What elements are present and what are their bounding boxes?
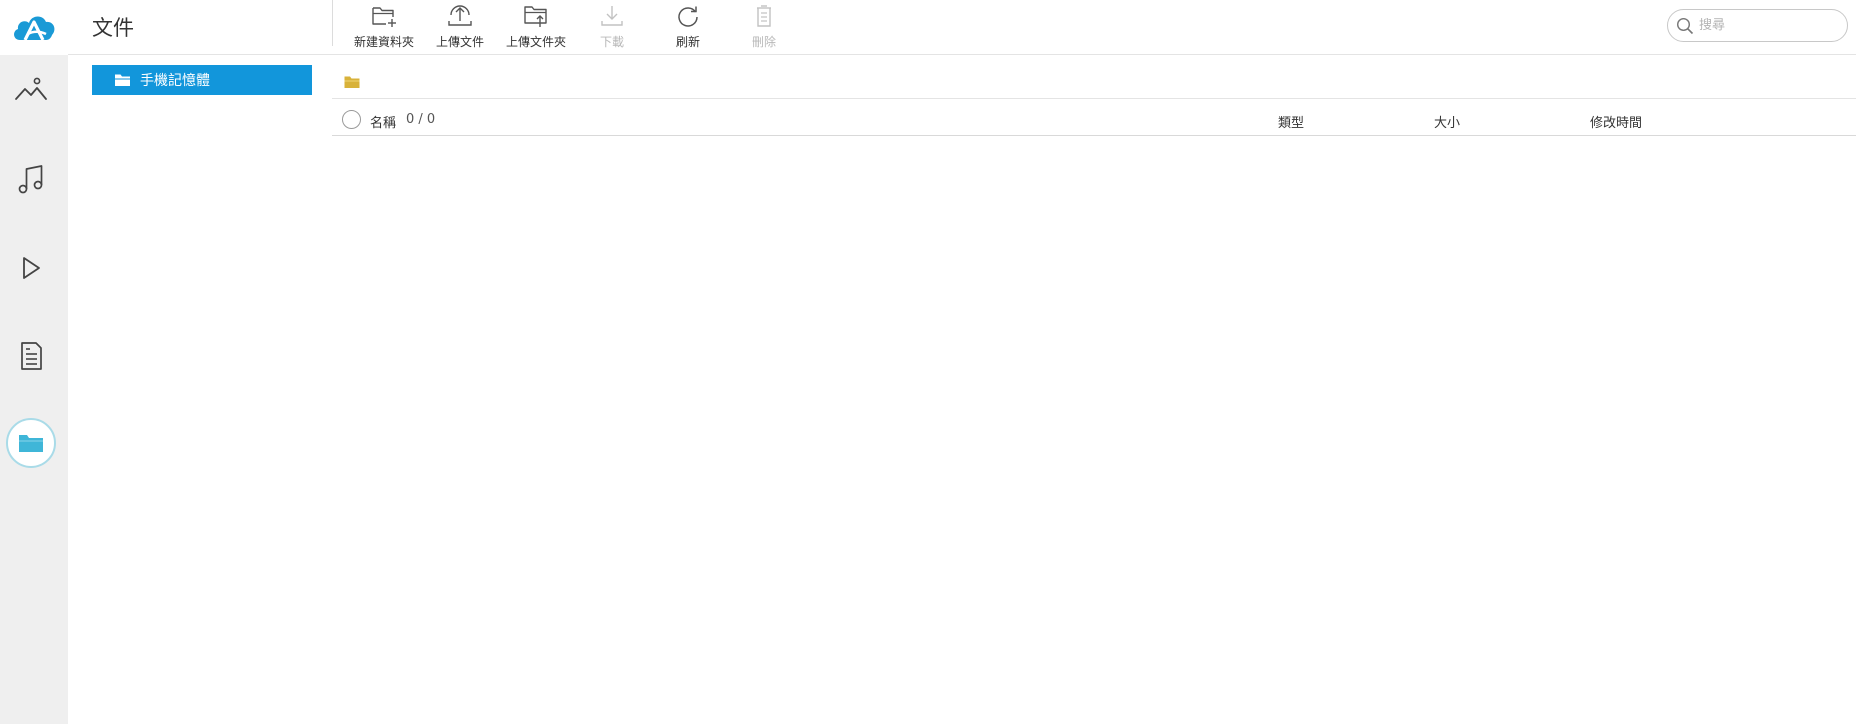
column-name-header[interactable]: 名稱 [370,112,396,131]
file-table-header: 名稱 0 / 0 類型 大小 修改時間 [332,108,1856,136]
column-modified-header[interactable]: 修改時間 [1590,112,1642,131]
new-folder-label: 新建資料夾 [353,35,414,49]
trash-icon [757,5,771,27]
new-folder-icon [372,7,396,27]
download-button[interactable]: 下載 [574,0,650,54]
upload-folder-button[interactable]: 上傳文件夾 [498,0,574,54]
delete-button[interactable]: 刪除 [726,0,802,54]
photos-icon [15,77,47,100]
header-divider [68,54,1856,55]
breadcrumb-root-folder[interactable] [344,74,360,93]
column-size-header[interactable]: 大小 [1434,112,1460,131]
toolbar-divider [332,0,333,46]
sidebar-item-label: 手機記憶體 [140,73,210,89]
sidebar-item-phone-storage[interactable]: 手機記憶體 [92,65,312,95]
new-folder-button[interactable]: 新建資料夾 [346,0,422,54]
refresh-label: 刷新 [675,35,700,49]
search-input[interactable] [1699,18,1839,33]
nav-photos[interactable] [6,64,56,114]
nav-documents[interactable] [6,331,56,381]
download-label: 下載 [599,35,624,49]
document-icon [21,342,42,370]
upload-folder-label: 上傳文件夾 [505,35,566,49]
app-window: 文件 新建資料夾 上傳文件 上傳文件夾 下載 刷新 刪除 搜尋 手機記憶體 名稱… [0,0,1856,724]
search-icon [1676,17,1694,34]
refresh-button[interactable]: 刷新 [650,0,726,54]
refresh-icon [678,6,698,27]
download-icon [601,6,623,26]
toolbar: 新建資料夾 上傳文件 上傳文件夾 下載 刷新 刪除 [346,0,802,54]
delete-label: 刪除 [751,35,776,49]
nav-files[interactable] [6,418,56,468]
folder-icon [344,76,360,88]
app-logo[interactable] [0,0,68,55]
breadcrumb-divider [332,98,1856,99]
selection-count: 0 / 0 [406,112,436,127]
search-box[interactable] [1667,9,1848,42]
music-icon [18,165,43,194]
upload-file-label: 上傳文件 [435,35,484,49]
column-type-header[interactable]: 類型 [1278,112,1304,131]
nav-video[interactable] [6,243,56,293]
select-all-checkbox[interactable] [342,110,361,129]
file-list [332,136,1856,724]
upload-file-button[interactable]: 上傳文件 [422,0,498,54]
upload-icon [448,5,472,26]
nav-music[interactable] [6,154,56,204]
upload-folder-icon [524,6,547,27]
left-nav-rail [0,0,68,724]
play-icon [23,257,40,279]
folder-icon [19,435,43,452]
folder-icon [115,74,130,86]
cloud-logo-icon [14,15,55,41]
page-title: 文件 [92,16,134,40]
